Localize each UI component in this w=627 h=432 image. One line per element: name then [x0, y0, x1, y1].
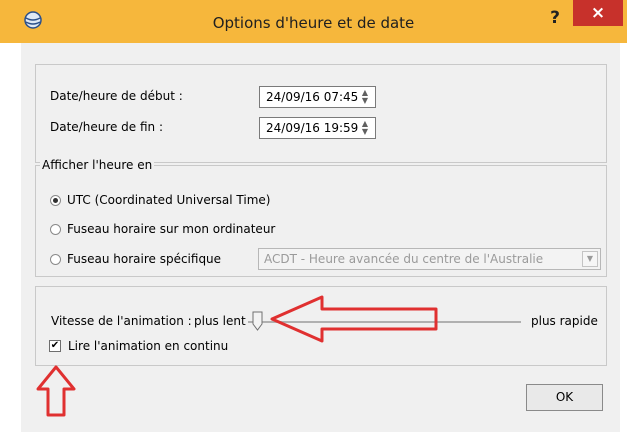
spin-down-icon[interactable]: ▼	[357, 97, 373, 105]
fast-label: plus rapide	[531, 314, 598, 328]
spin-down-icon[interactable]: ▼	[357, 128, 373, 136]
date-range-group: Date/heure de début : 24/09/16 07:45 ▲ ▼…	[35, 64, 607, 163]
radio-specific-timezone[interactable]	[50, 254, 61, 265]
start-date-spinner[interactable]: ▲ ▼	[357, 89, 373, 105]
timezone-group: Afficher l'heure en UTC (Coordinated Uni…	[35, 158, 607, 277]
timezone-group-legend: Afficher l'heure en	[40, 158, 155, 172]
animation-speed-label: Vitesse de l'animation :	[51, 314, 192, 328]
end-date-spinner[interactable]: ▲ ▼	[357, 120, 373, 136]
chevron-down-icon[interactable]: ▼	[582, 251, 598, 267]
timezone-select-value: ACDT - Heure avancée du centre de l'Aust…	[264, 252, 544, 266]
start-date-picker[interactable]: 24/09/16 07:45 ▲ ▼	[259, 86, 376, 108]
radio-specific-timezone-label[interactable]: Fuseau horaire spécifique	[67, 252, 221, 266]
timezone-select[interactable]: ACDT - Heure avancée du centre de l'Aust…	[258, 248, 601, 270]
close-button[interactable]: ×	[573, 0, 623, 26]
window-title: Options d'heure et de date	[212, 14, 415, 32]
radio-local-timezone[interactable]	[50, 224, 61, 235]
ok-button[interactable]: OK	[526, 384, 603, 411]
start-date-label: Date/heure de début :	[50, 89, 183, 103]
title-bar: Options d'heure et de date ? ×	[0, 0, 627, 43]
loop-animation-label[interactable]: Lire l'animation en continu	[68, 339, 228, 353]
end-date-value: 24/09/16 19:59	[266, 121, 359, 135]
slow-label: plus lent	[194, 314, 246, 328]
radio-local-timezone-label[interactable]: Fuseau horaire sur mon ordinateur	[67, 222, 275, 236]
arrow-icon	[36, 365, 76, 417]
slider-thumb[interactable]	[252, 311, 263, 331]
radio-utc[interactable]	[50, 195, 61, 206]
radio-utc-label[interactable]: UTC (Coordinated Universal Time)	[67, 193, 270, 207]
dialog-body: Date/heure de début : 24/09/16 07:45 ▲ ▼…	[21, 43, 620, 432]
loop-animation-checkbox[interactable]: ✔	[49, 340, 61, 352]
help-button[interactable]: ?	[540, 6, 570, 30]
end-date-label: Date/heure de fin :	[50, 120, 164, 134]
start-date-value: 24/09/16 07:45	[266, 90, 359, 104]
end-date-picker[interactable]: 24/09/16 19:59 ▲ ▼	[259, 117, 376, 139]
arrow-icon	[270, 295, 438, 343]
